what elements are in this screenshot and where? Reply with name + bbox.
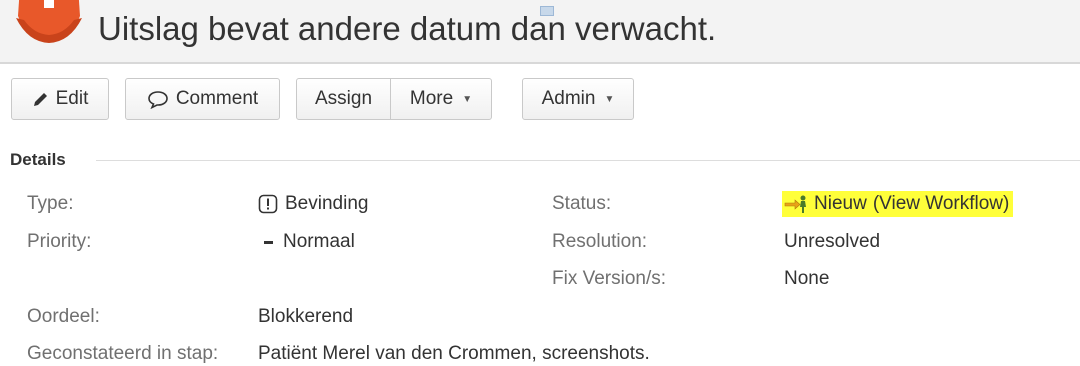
edit-button[interactable]: Edit [11,78,109,120]
geconstateerd-value: Patiënt Merel van den Crommen, screensho… [258,343,650,364]
status-value-text: Nieuw [814,193,867,214]
assign-button-label: Assign [314,88,373,109]
type-label: Type: [27,193,74,214]
fix-version-value[interactable]: None [784,267,829,291]
admin-button-label: Admin [541,88,596,109]
comment-button-label: Comment [175,88,259,109]
details-section-title: Details [10,150,66,169]
project-avatar-icon[interactable] [14,0,84,44]
status-label: Status: [552,193,612,214]
priority-label: Priority: [27,231,92,252]
status-value: Nieuw (View Workflow) [782,191,1014,217]
resolution-value: Unresolved [784,231,881,252]
oordeel-value: Blokkerend [258,306,354,327]
chevron-down-icon: ▼ [462,93,473,105]
section-divider [96,160,1080,161]
pencil-icon [33,92,47,106]
geconstateerd-label: Geconstateerd in stap: [27,343,219,364]
resolution-label: Resolution: [552,231,648,252]
priority-value-text: Normaal [283,231,355,252]
admin-dropdown-button[interactable]: Admin ▼ [522,78,634,120]
speech-bubble-icon [148,90,168,109]
chevron-down-icon: ▼ [604,93,615,105]
cursor-marker [540,6,554,16]
arrow-person-icon [784,195,806,213]
assign-button[interactable]: Assign [296,78,391,120]
oordeel-label: Oordeel: [27,306,100,327]
dash-icon [264,241,273,244]
more-dropdown-button[interactable]: More ▼ [390,78,492,120]
more-button-label: More [409,88,454,109]
fix-version-label: Fix Version/s: [552,268,667,289]
view-workflow-link[interactable]: (View Workflow) [873,193,1010,215]
issue-header: Uitslag bevat andere datum dan verwacht. [0,0,1080,64]
comment-button[interactable]: Comment [125,78,280,120]
issue-title: Uitslag bevat andere datum dan verwacht. [98,10,717,47]
exclamation-box-icon [258,194,278,214]
type-value-text: Bevinding [285,193,369,214]
priority-value: Normaal [262,230,355,254]
type-value: Bevinding [258,192,368,216]
edit-button-label: Edit [55,88,89,109]
